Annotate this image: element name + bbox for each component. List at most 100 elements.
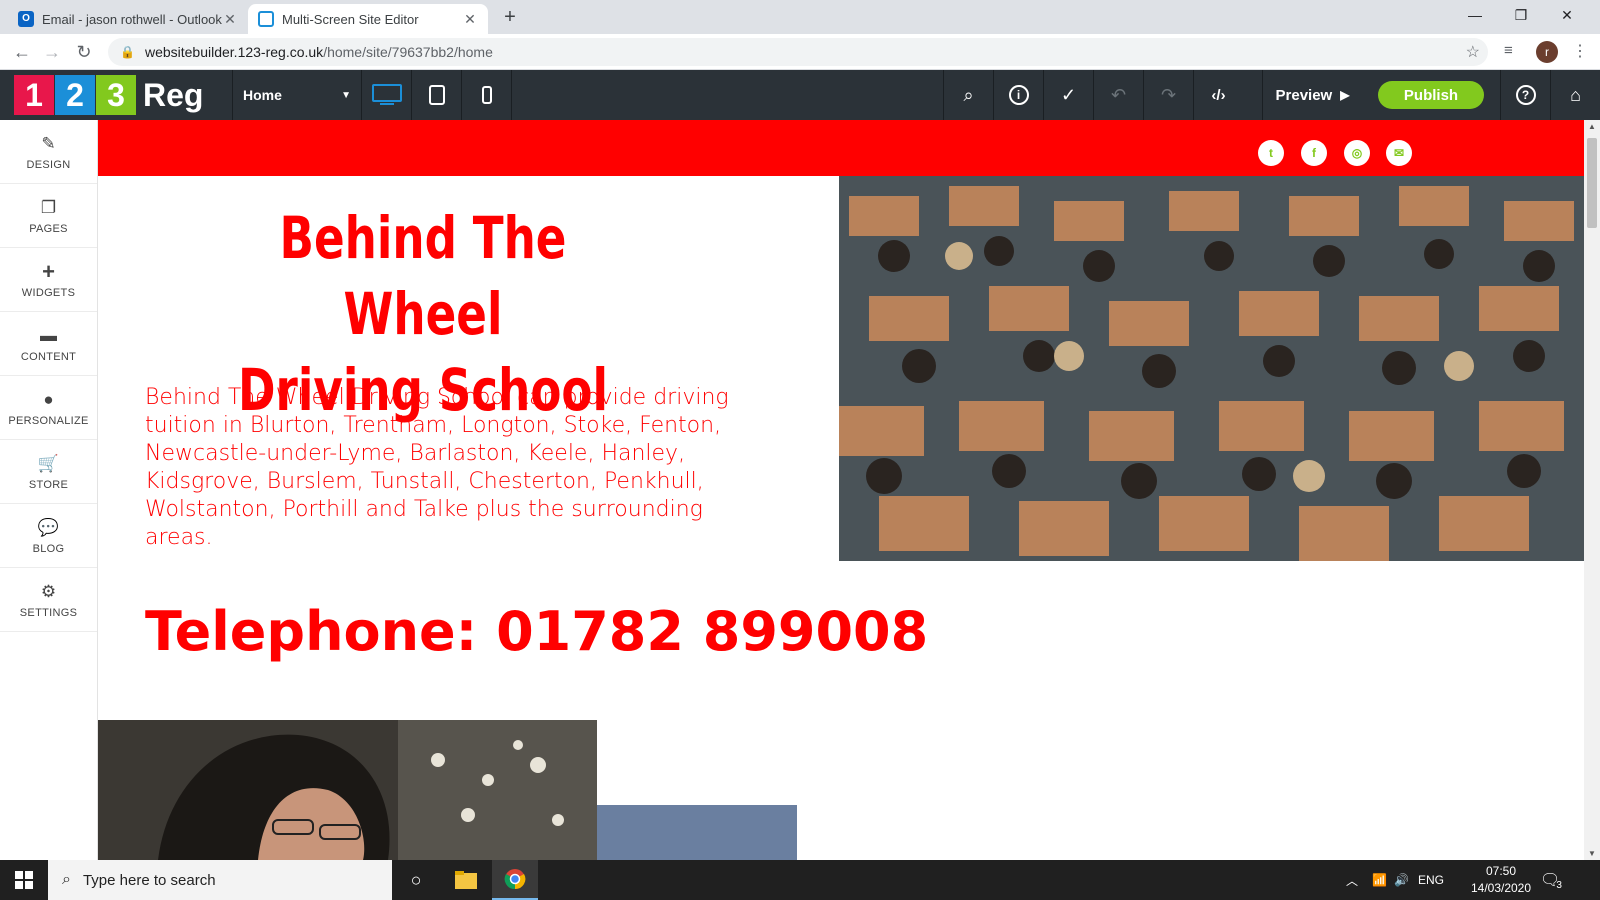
help-button[interactable]: ?: [1500, 70, 1550, 120]
forward-button[interactable]: →: [38, 39, 66, 65]
task-view-icon: ○: [410, 869, 422, 890]
preview-label: Preview: [1275, 86, 1333, 104]
page-selector[interactable]: Home ▼: [232, 70, 362, 120]
media-control-icon[interactable]: ≡: [1504, 42, 1513, 59]
check-icon: ✓: [1060, 84, 1077, 105]
scrollbar-thumb[interactable]: [1587, 138, 1597, 228]
tab-label: Multi-Screen Site Editor: [282, 11, 419, 27]
scroll-down-icon[interactable]: ▼: [1584, 849, 1600, 858]
language-indicator[interactable]: ENG: [1418, 860, 1444, 900]
vertical-scrollbar[interactable]: ▲ ▼: [1584, 120, 1600, 860]
close-icon[interactable]: ✕: [222, 11, 238, 28]
sidebar-item-label: BLOG: [32, 542, 65, 555]
network-icon[interactable]: 📶: [1372, 860, 1387, 900]
back-button[interactable]: ←: [8, 39, 36, 65]
site-canvas[interactable]: t f ◎ ✉ Behind The Wheel Driving School …: [98, 120, 1584, 860]
audience-image: [839, 176, 1584, 561]
123reg-logo: 1 2 3 Reg: [14, 75, 203, 115]
tray-chevron-icon[interactable]: ︿: [1346, 860, 1358, 900]
publish-button[interactable]: Publish: [1378, 81, 1484, 109]
address-bar[interactable]: 🔒 websitebuilder.123-reg.co.uk /home/sit…: [108, 38, 1488, 66]
gear-icon: ⚙: [40, 581, 57, 601]
mobile-view-button[interactable]: [462, 70, 512, 120]
pages-icon: ❐: [40, 197, 57, 217]
checklist-button[interactable]: ✓: [1043, 70, 1093, 120]
editor-toolbar: 1 2 3 Reg Home ▼ ⌕ i ✓ ↶ ↷ ‹/› Preview ▶…: [0, 70, 1600, 120]
desktop-view-button[interactable]: [362, 70, 412, 120]
restore-button[interactable]: ❐: [1498, 0, 1544, 30]
tab-outlook[interactable]: O Email - jason rothwell - Outlook ✕: [8, 4, 248, 34]
home-icon: ⌂: [1570, 84, 1581, 105]
sidebar-item-store[interactable]: 🛒 STORE: [0, 440, 97, 504]
taskbar-search[interactable]: ⌕ Type here to search: [48, 860, 392, 900]
sidebar-item-label: DESIGN: [26, 158, 71, 171]
tablet-view-button[interactable]: [412, 70, 462, 120]
redo-button[interactable]: ↷: [1143, 70, 1193, 120]
cart-icon: 🛒: [37, 453, 60, 473]
close-icon[interactable]: ✕: [462, 11, 478, 28]
sidebar-item-design[interactable]: ✎ DESIGN: [0, 120, 97, 184]
sidebar-item-personalize[interactable]: ● PERSONALIZE: [0, 376, 97, 440]
info-icon: i: [1008, 85, 1029, 105]
email-icon[interactable]: ✉: [1386, 140, 1412, 166]
scroll-up-icon[interactable]: ▲: [1584, 122, 1600, 131]
content-block[interactable]: [597, 805, 797, 860]
lock-icon: 🔒: [120, 45, 135, 59]
student-image: [98, 720, 597, 860]
sidebar-item-label: PAGES: [29, 222, 68, 235]
url-host: websitebuilder.123-reg.co.uk: [144, 44, 324, 60]
page-selector-value: Home: [243, 87, 282, 103]
intro-paragraph[interactable]: Behind The Wheel Driving School can prov…: [145, 384, 745, 552]
tablet-icon: [428, 85, 445, 105]
mobile-icon: [481, 86, 492, 104]
brush-icon: ✎: [41, 133, 56, 153]
bookmark-star-icon[interactable]: ☆: [1466, 42, 1480, 62]
logo-digit-3: 3: [96, 75, 136, 115]
sidebar-item-settings[interactable]: ⚙ SETTINGS: [0, 568, 97, 632]
telephone-heading[interactable]: Telephone: 01782 899008: [145, 600, 928, 663]
editor-icon: [258, 11, 274, 27]
sidebar-item-widgets[interactable]: + WIDGETS: [0, 248, 97, 312]
audience-photo[interactable]: [839, 176, 1584, 561]
facebook-icon[interactable]: f: [1301, 140, 1327, 166]
preview-button[interactable]: Preview ▶: [1262, 70, 1362, 120]
twitter-icon[interactable]: t: [1258, 140, 1284, 166]
reload-button[interactable]: ↻: [70, 39, 98, 65]
chrome-icon: [504, 869, 526, 890]
code-button[interactable]: ‹/›: [1193, 70, 1243, 120]
sidebar-item-blog[interactable]: 💬 BLOG: [0, 504, 97, 568]
sidebar-item-label: CONTENT: [20, 350, 77, 363]
tab-site-editor[interactable]: Multi-Screen Site Editor ✕: [248, 4, 488, 34]
home-button[interactable]: ⌂: [1550, 70, 1600, 120]
clock-time: 07:50: [1485, 864, 1517, 878]
notification-center-button[interactable]: 🗨 3: [1540, 860, 1562, 900]
sidebar-item-content[interactable]: ▬ CONTENT: [0, 312, 97, 376]
profile-avatar[interactable]: r: [1536, 41, 1558, 63]
volume-icon[interactable]: 🔊: [1394, 860, 1409, 900]
redo-icon: ↷: [1160, 84, 1177, 105]
person-icon: ●: [43, 389, 54, 409]
outlook-icon: O: [18, 11, 34, 27]
editor-sidebar: ✎ DESIGN ❐ PAGES + WIDGETS ▬ CONTENT ● P…: [0, 120, 98, 860]
site-header-bar[interactable]: t f ◎ ✉: [98, 120, 1584, 176]
browser-tab-strip: O Email - jason rothwell - Outlook ✕ Mul…: [0, 0, 1600, 34]
menu-icon[interactable]: ⋮: [1572, 41, 1588, 61]
chrome-taskbar-button[interactable]: [492, 860, 538, 900]
new-tab-button[interactable]: +: [498, 6, 522, 29]
url-path: /home/site/79637bb2/home: [323, 44, 493, 60]
minimize-button[interactable]: —: [1452, 0, 1498, 30]
file-explorer-button[interactable]: [443, 860, 489, 900]
desktop-icon: [371, 84, 402, 105]
student-photo[interactable]: [98, 720, 597, 860]
sidebar-item-label: SETTINGS: [19, 606, 78, 619]
sidebar-item-label: PERSONALIZE: [8, 414, 89, 427]
search-button[interactable]: ⌕: [943, 70, 993, 120]
instagram-icon[interactable]: ◎: [1344, 140, 1370, 166]
info-button[interactable]: i: [993, 70, 1043, 120]
undo-button[interactable]: ↶: [1093, 70, 1143, 120]
close-window-button[interactable]: ✕: [1544, 0, 1590, 30]
task-view-button[interactable]: ○: [393, 860, 439, 900]
sidebar-item-pages[interactable]: ❐ PAGES: [0, 184, 97, 248]
start-button[interactable]: [0, 860, 48, 900]
taskbar-clock[interactable]: 07:50 14/03/2020: [1466, 863, 1536, 897]
